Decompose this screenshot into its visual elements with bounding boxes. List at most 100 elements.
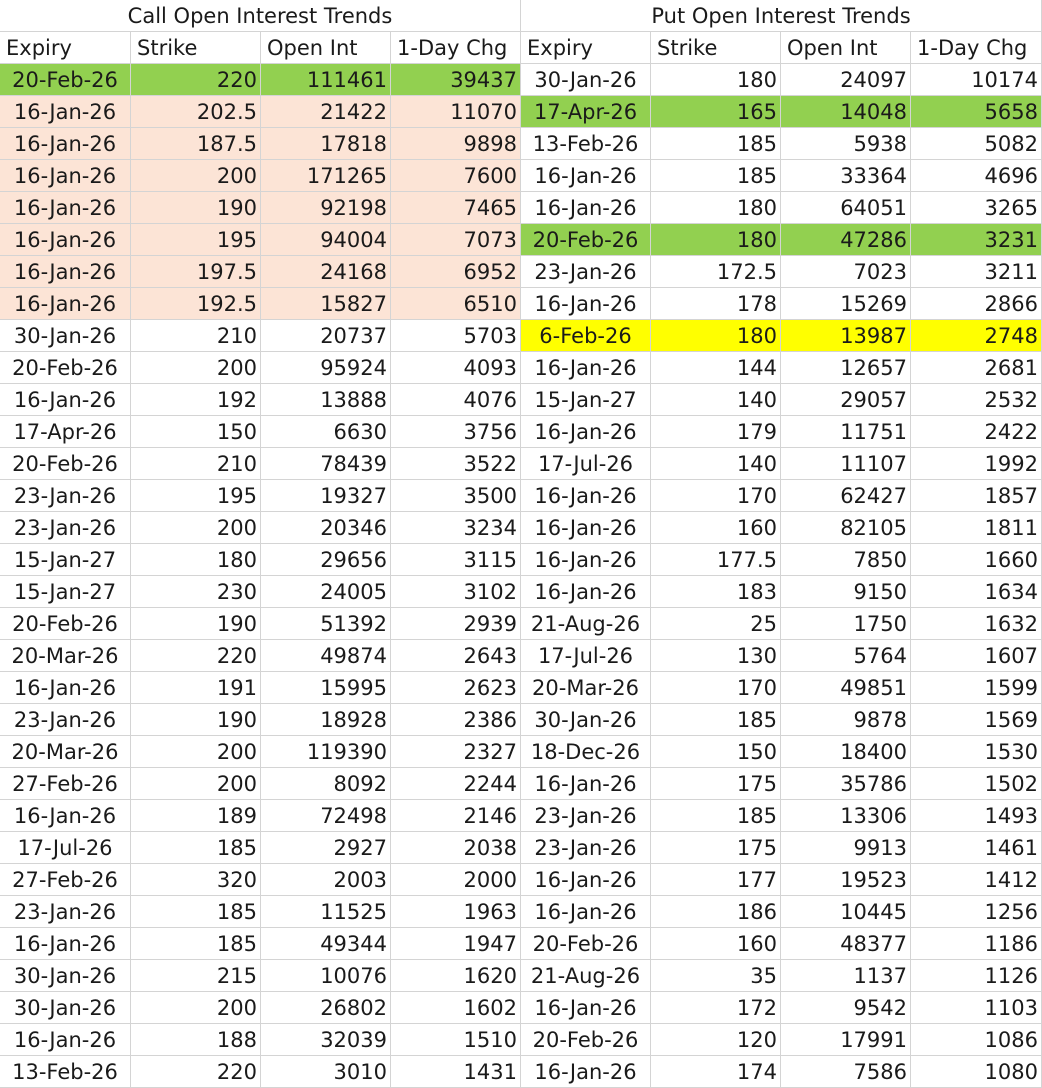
call-cell-expiry[interactable]: 30-Jan-26 [0,992,131,1024]
call-cell-strike[interactable]: 320 [131,864,261,896]
put-cell-open-int[interactable]: 7850 [781,544,911,576]
call-cell-strike[interactable]: 190 [131,192,261,224]
call-cell-strike[interactable]: 197.5 [131,256,261,288]
call-cell-strike[interactable]: 190 [131,704,261,736]
call-cell-expiry[interactable]: 30-Jan-26 [0,960,131,992]
put-table-title[interactable]: Put Open Interest Trends [521,0,1042,32]
call-cell-open-int[interactable]: 92198 [261,192,391,224]
call-cell-strike[interactable]: 188 [131,1024,261,1056]
put-cell-expiry[interactable]: 30-Jan-26 [521,704,651,736]
call-cell-strike[interactable]: 185 [131,896,261,928]
put-cell-strike[interactable]: 185 [651,128,781,160]
call-cell-strike[interactable]: 185 [131,832,261,864]
call-cell-open-int[interactable]: 24005 [261,576,391,608]
call-cell-open-int[interactable]: 3010 [261,1056,391,1088]
put-header-expiry[interactable]: Expiry [521,32,651,64]
call-cell-expiry[interactable]: 15-Jan-27 [0,544,131,576]
put-cell-day-chg[interactable]: 5658 [911,96,1042,128]
put-cell-expiry[interactable]: 16-Jan-26 [521,480,651,512]
call-cell-strike[interactable]: 192.5 [131,288,261,320]
put-header-strike[interactable]: Strike [651,32,781,64]
put-cell-expiry[interactable]: 15-Jan-27 [521,384,651,416]
put-cell-open-int[interactable]: 15269 [781,288,911,320]
put-cell-expiry[interactable]: 23-Jan-26 [521,832,651,864]
call-cell-open-int[interactable]: 51392 [261,608,391,640]
put-cell-day-chg[interactable]: 1992 [911,448,1042,480]
put-cell-day-chg[interactable]: 1186 [911,928,1042,960]
put-cell-open-int[interactable]: 17991 [781,1024,911,1056]
put-cell-open-int[interactable]: 62427 [781,480,911,512]
put-cell-strike[interactable]: 183 [651,576,781,608]
put-cell-day-chg[interactable]: 2748 [911,320,1042,352]
call-cell-day-chg[interactable]: 4093 [391,352,521,384]
put-cell-expiry[interactable]: 16-Jan-26 [521,288,651,320]
call-cell-open-int[interactable]: 2003 [261,864,391,896]
put-cell-open-int[interactable]: 9913 [781,832,911,864]
put-cell-open-int[interactable]: 7586 [781,1056,911,1088]
call-header-day-chg[interactable]: 1-Day Chg [391,32,521,64]
put-cell-day-chg[interactable]: 1599 [911,672,1042,704]
call-cell-strike[interactable]: 210 [131,320,261,352]
put-cell-expiry[interactable]: 16-Jan-26 [521,192,651,224]
put-cell-strike[interactable]: 120 [651,1024,781,1056]
call-cell-day-chg[interactable]: 2643 [391,640,521,672]
put-cell-strike[interactable]: 185 [651,800,781,832]
call-cell-expiry[interactable]: 17-Apr-26 [0,416,131,448]
call-table-title[interactable]: Call Open Interest Trends [0,0,521,32]
call-cell-strike[interactable]: 180 [131,544,261,576]
put-cell-open-int[interactable]: 33364 [781,160,911,192]
call-cell-expiry[interactable]: 30-Jan-26 [0,320,131,352]
call-cell-strike[interactable]: 200 [131,352,261,384]
call-cell-strike[interactable]: 210 [131,448,261,480]
put-cell-strike[interactable]: 175 [651,768,781,800]
put-cell-open-int[interactable]: 11107 [781,448,911,480]
put-cell-strike[interactable]: 144 [651,352,781,384]
put-cell-strike[interactable]: 160 [651,512,781,544]
put-cell-expiry[interactable]: 16-Jan-26 [521,352,651,384]
put-cell-open-int[interactable]: 47286 [781,224,911,256]
put-cell-strike[interactable]: 150 [651,736,781,768]
put-cell-open-int[interactable]: 9542 [781,992,911,1024]
put-cell-expiry[interactable]: 16-Jan-26 [521,896,651,928]
call-cell-expiry[interactable]: 16-Jan-26 [0,1024,131,1056]
put-cell-open-int[interactable]: 9878 [781,704,911,736]
call-cell-strike[interactable]: 200 [131,160,261,192]
put-cell-open-int[interactable]: 1750 [781,608,911,640]
call-cell-day-chg[interactable]: 7600 [391,160,521,192]
put-cell-day-chg[interactable]: 2422 [911,416,1042,448]
call-cell-open-int[interactable]: 21422 [261,96,391,128]
call-cell-day-chg[interactable]: 1620 [391,960,521,992]
call-cell-day-chg[interactable]: 7465 [391,192,521,224]
call-cell-strike[interactable]: 191 [131,672,261,704]
put-cell-day-chg[interactable]: 1607 [911,640,1042,672]
call-cell-strike[interactable]: 187.5 [131,128,261,160]
call-cell-expiry[interactable]: 16-Jan-26 [0,256,131,288]
put-cell-strike[interactable]: 180 [651,224,781,256]
call-cell-strike[interactable]: 200 [131,736,261,768]
call-cell-expiry[interactable]: 23-Jan-26 [0,512,131,544]
call-cell-open-int[interactable]: 49344 [261,928,391,960]
put-cell-day-chg[interactable]: 1634 [911,576,1042,608]
call-cell-expiry[interactable]: 23-Jan-26 [0,704,131,736]
put-cell-strike[interactable]: 165 [651,96,781,128]
put-cell-strike[interactable]: 180 [651,320,781,352]
put-cell-open-int[interactable]: 49851 [781,672,911,704]
put-cell-expiry[interactable]: 16-Jan-26 [521,864,651,896]
put-cell-expiry[interactable]: 23-Jan-26 [521,256,651,288]
put-cell-day-chg[interactable]: 1857 [911,480,1042,512]
call-cell-open-int[interactable]: 13888 [261,384,391,416]
put-cell-day-chg[interactable]: 5082 [911,128,1042,160]
call-cell-open-int[interactable]: 2927 [261,832,391,864]
call-cell-day-chg[interactable]: 2386 [391,704,521,736]
put-cell-day-chg[interactable]: 2532 [911,384,1042,416]
call-cell-expiry[interactable]: 23-Jan-26 [0,480,131,512]
call-cell-day-chg[interactable]: 1431 [391,1056,521,1088]
call-cell-day-chg[interactable]: 1947 [391,928,521,960]
call-cell-strike[interactable]: 220 [131,640,261,672]
call-cell-expiry[interactable]: 16-Jan-26 [0,160,131,192]
call-cell-day-chg[interactable]: 3115 [391,544,521,576]
put-cell-strike[interactable]: 170 [651,672,781,704]
call-cell-expiry[interactable]: 20-Feb-26 [0,448,131,480]
call-cell-day-chg[interactable]: 4076 [391,384,521,416]
call-cell-day-chg[interactable]: 1963 [391,896,521,928]
